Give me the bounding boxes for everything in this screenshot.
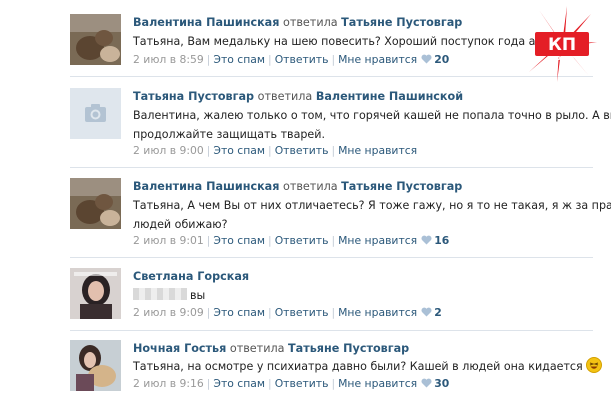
comment-date[interactable]: 2 июл в 9:09 [133, 306, 204, 319]
like-link[interactable]: Мне нравится [338, 306, 417, 319]
author-line: Валентина Пашинская ответила Татьяне Пус… [133, 16, 462, 29]
comment-text: Татьяна, А чем Вы от них отличаетесь? Я … [133, 196, 611, 234]
reply-link[interactable]: Ответить [275, 234, 329, 247]
like-count: 30 [434, 377, 450, 390]
comment-date[interactable]: 2 июл в 9:16 [133, 377, 204, 390]
comment-meta: 2 июл в 8:59 | Это спам | Ответить | Мне нрави… [133, 53, 450, 66]
reply-verb: ответила [257, 90, 313, 103]
author-link[interactable]: Ночная Гостья [133, 342, 226, 355]
like-count: 2 [434, 306, 442, 319]
reply-target-link[interactable]: Татьяне Пустовгар [288, 342, 409, 355]
author-link[interactable]: Валентина Пашинская [133, 180, 279, 193]
heart-icon[interactable] [421, 235, 432, 245]
comment-text-line: вы [190, 289, 206, 302]
woman-photo [70, 268, 121, 319]
woman-dog-photo [70, 340, 121, 391]
comment-text-line: Валентина, жалею только о том, что горяч… [133, 109, 611, 122]
avatar[interactable] [70, 268, 121, 319]
reply-link[interactable]: Ответить [275, 144, 329, 157]
comment-date[interactable]: 2 июл в 9:00 [133, 144, 204, 157]
author-line: Светлана Горская [133, 270, 249, 283]
comment-text: Татьяна, на осмотре у психиатра давно бы… [133, 357, 602, 376]
author-link[interactable]: Светлана Горская [133, 270, 249, 283]
avatar[interactable] [70, 88, 121, 139]
like-count: 16 [434, 234, 450, 247]
comment-text-line: людей обижаю? [133, 218, 228, 231]
reply-verb: ответила [282, 16, 338, 29]
spam-link[interactable]: Это спам [213, 377, 265, 390]
like-link[interactable]: Мне нравится [338, 234, 417, 247]
reply-link[interactable]: Ответить [275, 377, 329, 390]
divider [70, 76, 593, 77]
avatar[interactable] [70, 340, 121, 391]
reply-verb: ответила [229, 342, 285, 355]
like-count: 20 [434, 53, 450, 66]
comment-date[interactable]: 2 июл в 8:59 [133, 53, 204, 66]
comment-meta: 2 июл в 9:01 | Это спам | Ответить | Мне нрави… [133, 234, 450, 247]
divider [70, 257, 593, 258]
spam-link[interactable]: Это спам [213, 53, 265, 66]
comment-text-line: Татьяна, А чем Вы от них отличаетесь? Я … [133, 199, 611, 212]
comment-text: Татьяна, Вам медальку на шею повесить? Х… [133, 32, 553, 51]
comment-text-line: Татьяна, на осмотре у психиатра давно бы… [133, 360, 583, 373]
blurred-mention [133, 288, 187, 300]
heart-icon[interactable] [421, 307, 432, 317]
comment-date[interactable]: 2 июл в 9:01 [133, 234, 204, 247]
heart-icon[interactable] [421, 378, 432, 388]
avatar[interactable] [70, 178, 121, 229]
author-link[interactable]: Валентина Пашинская [133, 16, 279, 29]
author-line: Валентина Пашинская ответила Татьяне Пус… [133, 180, 462, 193]
reply-verb: ответила [282, 180, 338, 193]
comment-text-line: Татьяна, Вам медальку на шею повесить? Х… [133, 35, 553, 48]
comment-meta: 2 июл в 9:16 | Это спам | Ответить | Мне нрави… [133, 377, 450, 390]
svg-text:KP.RU: KP.RU [550, 55, 575, 64]
svg-text:КП: КП [548, 35, 576, 55]
kp-logo: КП KP.RU [527, 6, 597, 82]
laughing-emoji-icon [585, 357, 602, 373]
reply-target-link[interactable]: Татьяне Пустовгар [341, 16, 462, 29]
author-line: Татьяна Пустовгар ответила Валентине Паш… [133, 90, 463, 103]
camera-placeholder [70, 88, 121, 139]
reply-target-link[interactable]: Валентине Пашинской [316, 90, 463, 103]
reply-link[interactable]: Ответить [275, 53, 329, 66]
spam-link[interactable]: Это спам [213, 306, 265, 319]
reply-target-link[interactable]: Татьяне Пустовгар [341, 180, 462, 193]
comment-text: вы [133, 286, 205, 305]
comment-meta: 2 июл в 9:09 | Это спам | Ответить | Мне нрави… [133, 306, 442, 319]
like-link[interactable]: Мне нравится [338, 144, 417, 157]
like-link[interactable]: Мне нравится [338, 53, 417, 66]
spam-link[interactable]: Это спам [213, 234, 265, 247]
divider [70, 330, 593, 331]
bear-photo [70, 14, 121, 65]
reply-link[interactable]: Ответить [275, 306, 329, 319]
like-link[interactable]: Мне нравится [338, 377, 417, 390]
bear-photo [70, 178, 121, 229]
comment-text-line: продолжайте защищать тварей. [133, 128, 325, 141]
author-line: Ночная Гостья ответила Татьяне Пустовгар [133, 342, 409, 355]
spam-link[interactable]: Это спам [213, 144, 265, 157]
divider [70, 167, 593, 168]
avatar[interactable] [70, 14, 121, 65]
comment-meta: 2 июл в 9:00 | Это спам | Ответить | Мне нрави… [133, 144, 418, 157]
comment-text: Валентина, жалею только о том, что горяч… [133, 106, 611, 144]
author-link[interactable]: Татьяна Пустовгар [133, 90, 254, 103]
heart-icon[interactable] [421, 54, 432, 64]
